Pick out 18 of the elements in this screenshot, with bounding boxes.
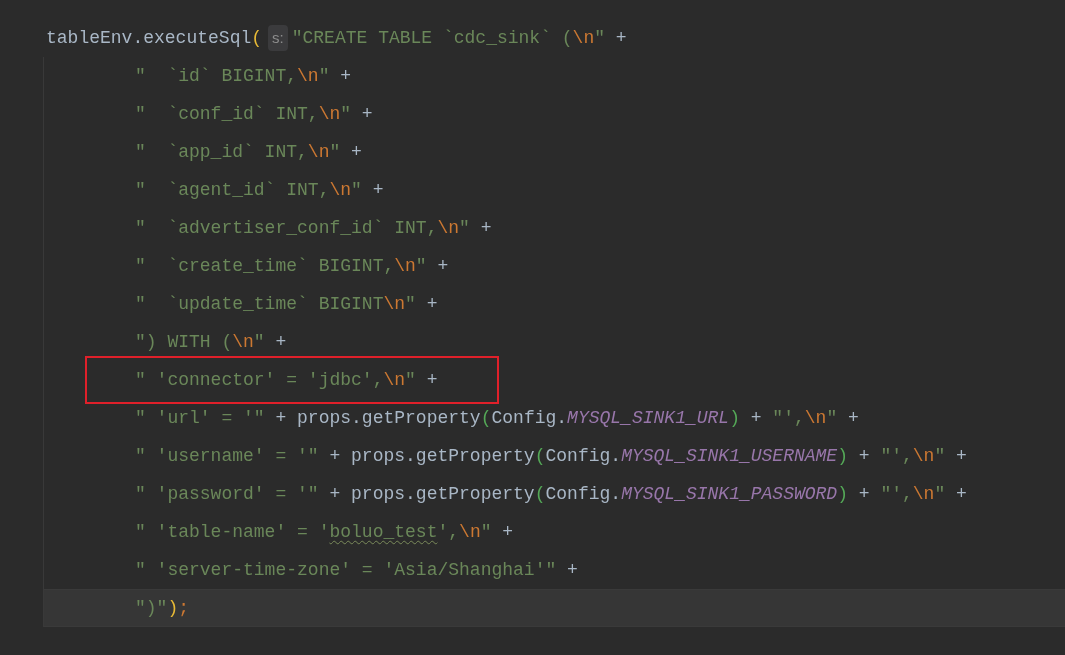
code-text: " `advertiser_conf_id` INT,\n" +: [135, 217, 492, 239]
code-text: " `id` BIGINT,\n" +: [135, 65, 352, 87]
code-text: " `update_time` BIGINT\n" +: [135, 293, 438, 315]
code-text: " 'server-time-zone' = 'Asia/Shanghai'" +: [135, 559, 578, 581]
code-text: " `conf_id` INT,\n" +: [135, 103, 373, 125]
code-text: " 'table-name' = 'boluo_test',\n" +: [135, 521, 514, 543]
code-text: " `create_time` BIGINT,\n" +: [135, 255, 449, 277]
code-text: " `agent_id` INT,\n" +: [135, 179, 384, 201]
code-text: " `app_id` INT,\n" +: [135, 141, 362, 163]
parameter-hint: s:: [268, 25, 288, 51]
code-text: ")");: [135, 597, 190, 619]
code-text: " 'username' = '" + props.getProperty(Config.MYSQL_SINK1_USERNAME) + "',\n" +: [135, 445, 967, 467]
code-text: tableEnv.executeSql(: [46, 27, 263, 49]
code-text: "CREATE TABLE `cdc_sink` (\n" +: [291, 27, 627, 49]
code-text: " 'connector' = 'jdbc',\n" +: [135, 369, 438, 391]
code-text: " 'url' = '" + props.getProperty(Config.MYSQL_SINK1_URL) + "',\n" +: [135, 407, 859, 429]
code-text: " 'password' = '" + props.getProperty(Config.MYSQL_SINK1_PASSWORD) + "',\n" +: [135, 483, 967, 505]
code-text: ") WITH (\n" +: [135, 331, 287, 353]
